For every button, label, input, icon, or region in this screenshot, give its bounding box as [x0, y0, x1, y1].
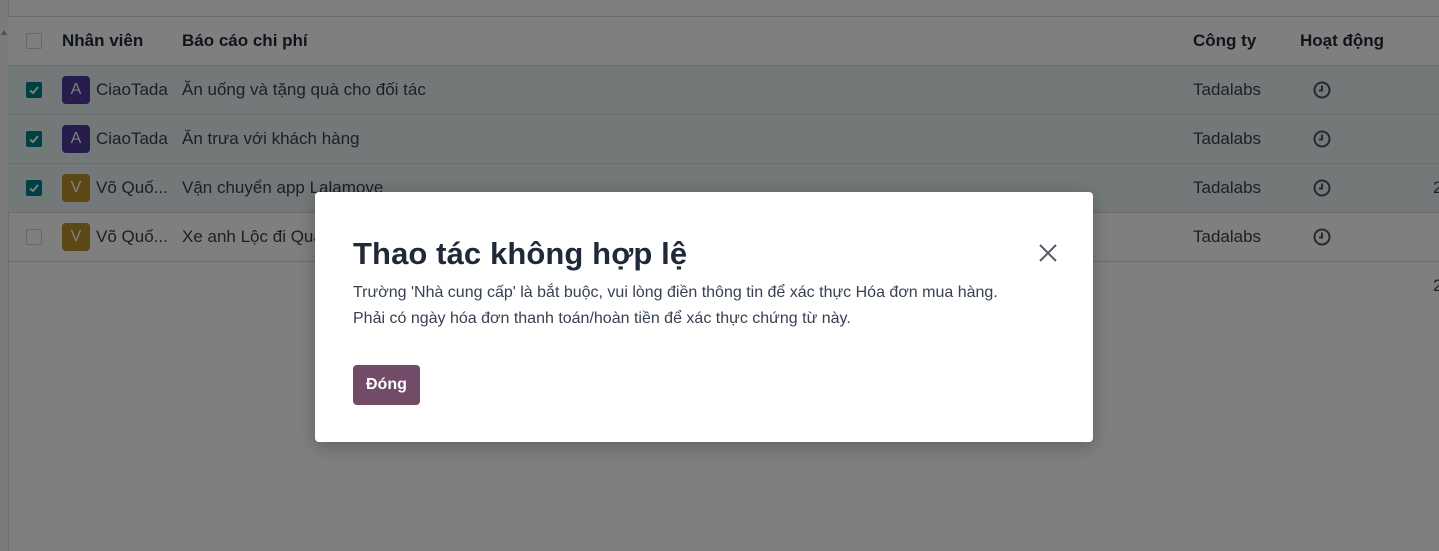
dialog-message-line-1: Trường 'Nhà cung cấp' là bắt buộc, vui l…: [353, 284, 998, 301]
dialog-message-line-2: Phải có ngày hóa đơn thanh toán/hoàn tiề…: [353, 310, 851, 327]
invalid-operation-dialog: Thao tác không hợp lệ Trường 'Nhà cung c…: [315, 192, 1093, 442]
expense-list-page: Nhân viên Báo cáo chi phí Công ty Hoạt đ…: [0, 0, 1439, 551]
dialog-title: Thao tác không hợp lệ: [353, 236, 688, 271]
dialog-message: Trường 'Nhà cung cấp' là bắt buộc, vui l…: [353, 280, 1053, 332]
close-dialog-button[interactable]: Đóng: [353, 365, 420, 405]
close-icon[interactable]: [1037, 242, 1059, 264]
